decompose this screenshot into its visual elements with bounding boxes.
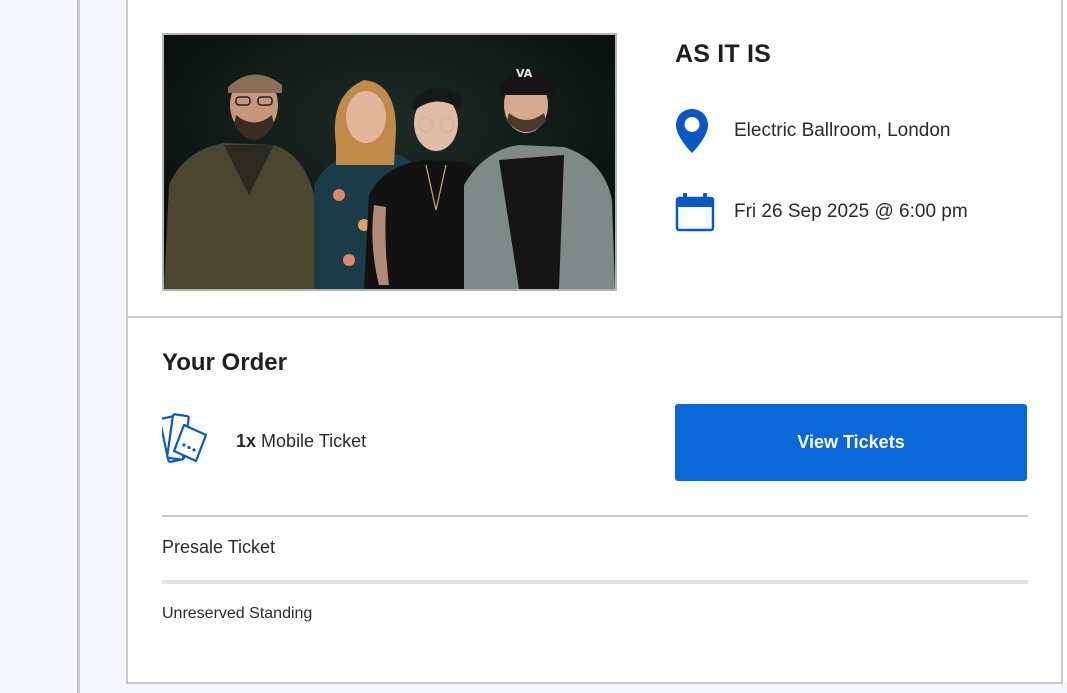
ticket-type: Presale Ticket bbox=[162, 537, 276, 557]
event-location-row: Electric Ballroom, London bbox=[675, 108, 951, 154]
event-date-row: Fri 26 Sep 2025 @ 6:00 pm bbox=[675, 189, 968, 235]
tickets-icon bbox=[158, 411, 218, 472]
gutter bbox=[80, 0, 126, 693]
ticket-divider bbox=[162, 515, 1028, 517]
ticket-summary: 1x Mobile Ticket bbox=[158, 411, 366, 472]
event-image: VA bbox=[162, 33, 617, 291]
ticket-label: Mobile Ticket bbox=[261, 431, 367, 451]
section-divider bbox=[128, 316, 1061, 318]
ticket-description: Unreserved Standing bbox=[162, 605, 313, 622]
ticket-summary-text: 1x Mobile Ticket bbox=[236, 431, 366, 452]
page: VA AS IT IS Electric Ballroom, London Fr… bbox=[0, 0, 1067, 693]
order-card: VA AS IT IS Electric Ballroom, London Fr… bbox=[126, 0, 1063, 684]
band-photo: VA bbox=[164, 35, 615, 289]
map-pin-icon bbox=[675, 108, 715, 154]
view-tickets-button[interactable]: View Tickets bbox=[675, 404, 1027, 481]
svg-text:VA: VA bbox=[516, 67, 533, 80]
left-rail bbox=[0, 0, 80, 693]
event-date: Fri 26 Sep 2025 @ 6:00 pm bbox=[734, 201, 968, 222]
ticket-type-divider bbox=[162, 580, 1028, 584]
calendar-icon bbox=[675, 189, 715, 235]
event-title: AS IT IS bbox=[675, 40, 772, 68]
event-location: Electric Ballroom, London bbox=[734, 120, 951, 141]
ticket-quantity: 1x bbox=[236, 431, 257, 451]
order-heading: Your Order bbox=[162, 349, 287, 376]
